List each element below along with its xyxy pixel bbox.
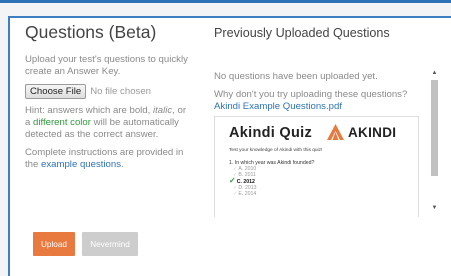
check-icon: ✓ bbox=[233, 185, 238, 192]
top-accent-line bbox=[0, 0, 451, 3]
quiz-intro: Test your knowledge of Akindi with this … bbox=[229, 148, 323, 153]
check-icon: ✓ bbox=[233, 191, 238, 198]
instructions-suffix: . bbox=[121, 159, 124, 170]
hint-prefix: Hint: answers which are bold, bbox=[25, 105, 153, 116]
option-e-label: E. 2014 bbox=[238, 191, 257, 198]
option-e: ✓E. 2014 bbox=[229, 191, 314, 197]
option-d-label: D. 2013 bbox=[238, 185, 257, 192]
option-c-label: C. 2012 bbox=[236, 179, 255, 186]
file-status-text: No file chosen bbox=[90, 86, 151, 97]
correct-check-icon: ✓ bbox=[229, 176, 236, 186]
quiz-question: 1. In which year was Akindi founded? ✓A.… bbox=[229, 160, 314, 198]
akindi-brand-text: AKINDI bbox=[348, 124, 397, 140]
questions-title: Questions (Beta) bbox=[25, 22, 157, 42]
hint-text: Hint: answers which are bold, italic, or… bbox=[25, 105, 190, 141]
example-questions-link[interactable]: example questions bbox=[41, 159, 121, 170]
scroll-down-arrow-icon[interactable]: ▼ bbox=[430, 204, 439, 213]
previous-uploads-section: Previously Uploaded Questions bbox=[214, 26, 429, 41]
no-uploads-text: No questions have been uploaded yet. bbox=[214, 71, 378, 82]
previous-uploads-title: Previously Uploaded Questions bbox=[214, 26, 390, 40]
quiz-title: Akindi Quiz bbox=[229, 125, 313, 141]
option-c-correct: ✓C. 2012 bbox=[229, 176, 314, 186]
scroll-up-arrow-icon[interactable]: ▲ bbox=[430, 69, 439, 78]
choose-file-button[interactable]: Choose File bbox=[25, 84, 87, 99]
option-b-label: B. 2011 bbox=[238, 172, 256, 179]
akindi-example-link[interactable]: Akindi Example Questions.pdf bbox=[214, 101, 342, 113]
instructions-text: Complete instructions are provided in th… bbox=[25, 147, 190, 171]
option-a-label: A. 2010 bbox=[238, 166, 257, 173]
check-icon: ✓ bbox=[233, 166, 238, 173]
previous-uploads-scroll-area[interactable]: No questions have been uploaded yet. Why… bbox=[214, 68, 434, 217]
file-input[interactable]: Choose File No file chosen bbox=[25, 84, 190, 99]
upload-intro-text: Upload your test's questions to quickly … bbox=[25, 54, 188, 77]
upload-section: Questions (Beta) Upload your test's ques… bbox=[25, 22, 190, 171]
akindi-logo: AKINDI bbox=[327, 124, 396, 140]
vertical-scrollbar[interactable]: ▲ ▼ bbox=[430, 69, 439, 213]
upload-button[interactable]: Upload bbox=[33, 232, 75, 256]
scrollbar-thumb[interactable] bbox=[431, 80, 438, 176]
hint-green: different color bbox=[33, 117, 91, 128]
why-try-text: Why don't you try uploading these questi… bbox=[214, 89, 408, 100]
hint-italic: italic bbox=[152, 105, 173, 116]
example-pdf-preview[interactable]: Akindi Quiz AKINDI Test your knowledge o… bbox=[214, 116, 419, 217]
akindi-logo-icon bbox=[327, 124, 344, 140]
nevermind-button[interactable]: Nevermind bbox=[82, 232, 138, 256]
